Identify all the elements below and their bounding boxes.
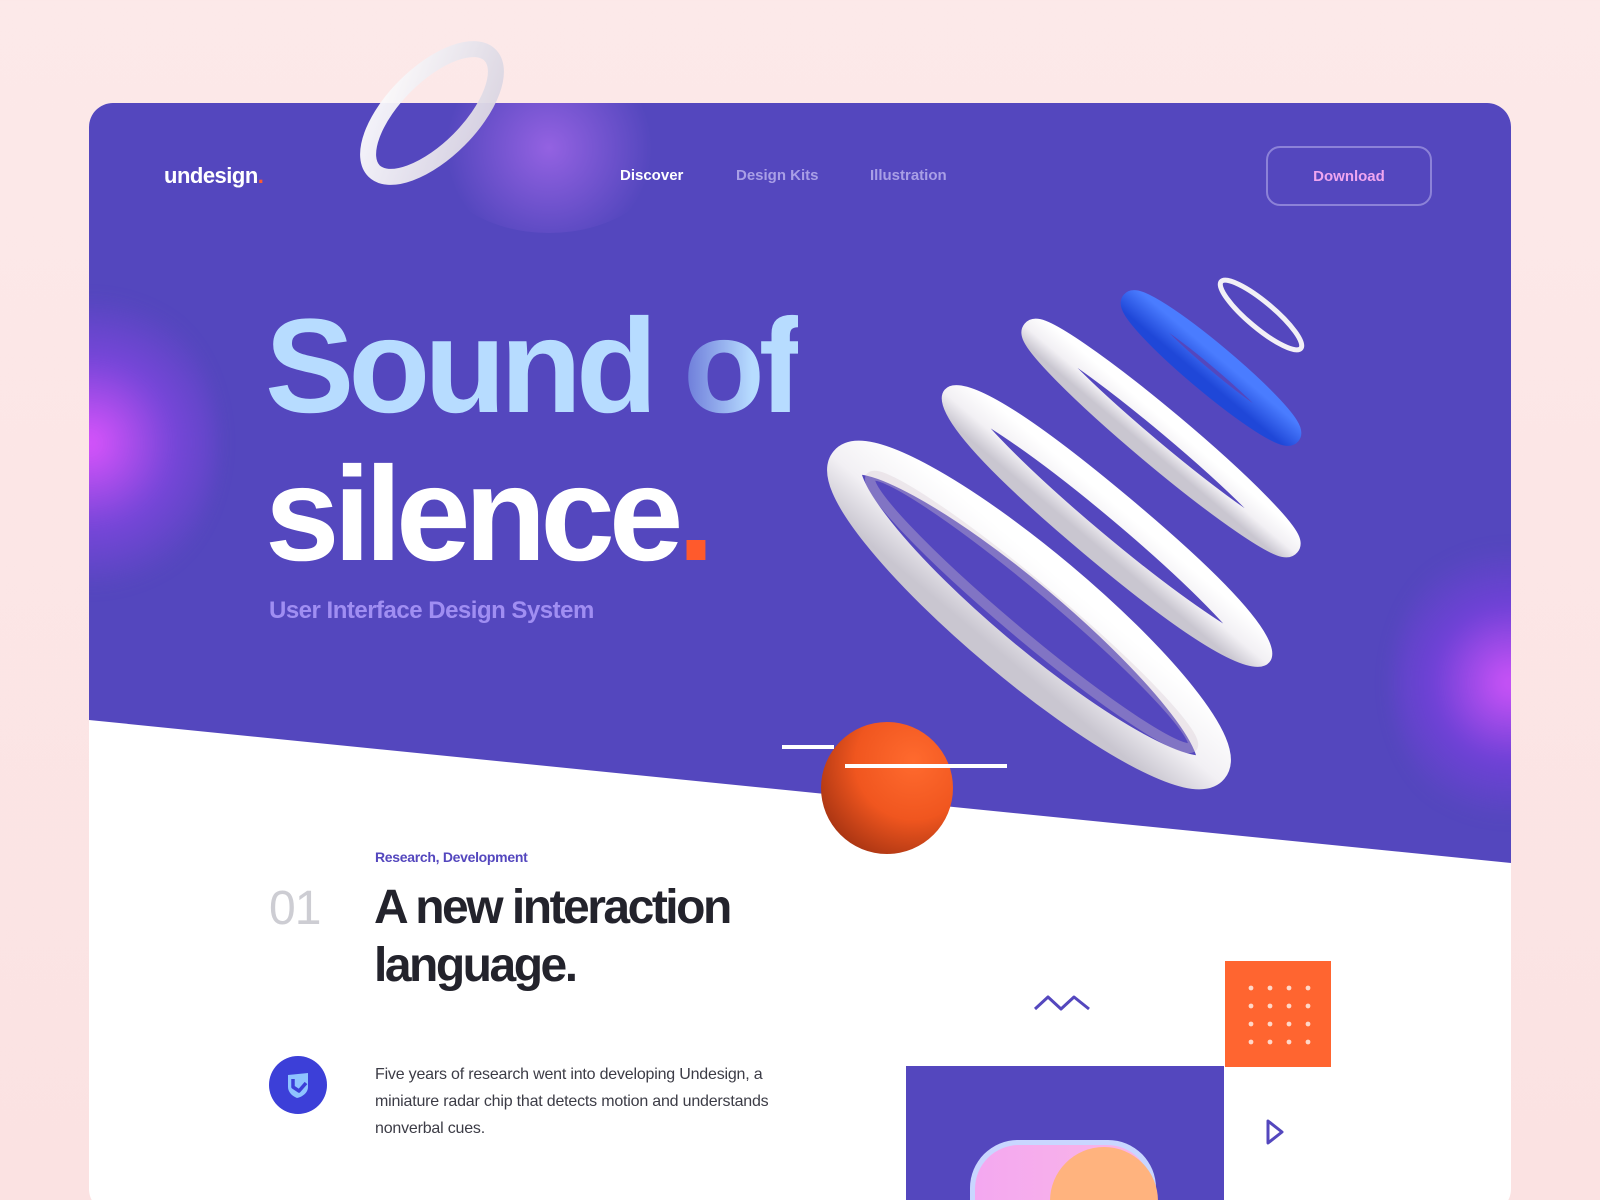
download-button[interactable]: Download <box>1266 146 1432 206</box>
left-glow <box>89 283 219 603</box>
dot-grid <box>1248 985 1311 1045</box>
zigzag-icon <box>1033 995 1090 1011</box>
headline-dot: . <box>677 440 714 589</box>
headline-word-silence: silence <box>265 440 683 589</box>
headline-line-1: Sound of <box>265 292 804 441</box>
feature-category[interactable]: Research, Development <box>375 849 528 865</box>
brand-logo[interactable]: undesign. <box>164 163 264 189</box>
shield-glyph <box>288 1073 308 1098</box>
nav-design-kits[interactable]: Design Kits <box>736 167 819 184</box>
nav-discover[interactable]: Discover <box>620 167 683 184</box>
right-glow <box>1391 533 1511 833</box>
headline-line-2: silence. <box>265 441 798 589</box>
tiny-ring <box>1217 277 1305 353</box>
large-ring <box>827 440 1231 790</box>
play-triangle-icon[interactable] <box>1265 1118 1285 1146</box>
hero-section: undesign. Discover Design Kits Illustrat… <box>89 103 1511 863</box>
brand-dot: . <box>257 163 264 188</box>
hero-headline: Sound of silence. <box>265 292 804 589</box>
shield-badge-icon <box>269 1056 327 1114</box>
feature-title: A new interaction language. <box>374 881 732 992</box>
feature-description: Five years of research went into develop… <box>375 1066 769 1137</box>
headline-word-sound: Sound <box>265 292 658 441</box>
nav-illustration[interactable]: Illustration <box>870 167 947 184</box>
feature-number: 01 <box>269 882 321 935</box>
headline-word-of: of <box>683 292 804 441</box>
blue-ring <box>1120 290 1302 446</box>
toggle-illustration-panel <box>906 1066 1224 1200</box>
hero-subtitle: User Interface Design System <box>269 597 594 624</box>
toggle-illustration <box>970 1140 1158 1200</box>
landing-card: undesign. Discover Design Kits Illustrat… <box>89 103 1511 1200</box>
middle-ring <box>940 383 1274 669</box>
brand-name: undesign <box>164 163 258 188</box>
small-ring <box>1021 318 1301 558</box>
dot-grid-icon <box>1225 961 1331 1067</box>
